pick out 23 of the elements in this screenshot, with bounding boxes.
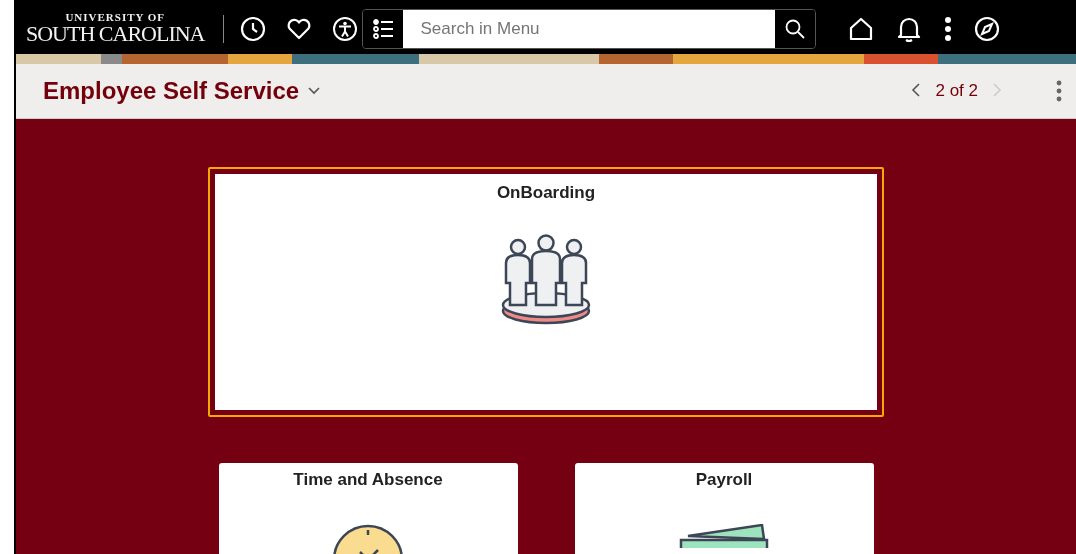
navigation-tile[interactable]: Time and Absence — [216, 461, 520, 554]
tile-title: Time and Absence — [293, 470, 443, 490]
page-counter: 2 of 2 — [935, 81, 978, 101]
clock-icon[interactable] — [239, 15, 266, 42]
logo-text: SOUTH CAROLINA — [26, 23, 205, 45]
logo-text: UNIVERSITY OF — [65, 12, 166, 23]
university-logo[interactable]: UNIVERSITY OF SOUTH CAROLINA — [26, 12, 205, 45]
navigation-tile[interactable]: Payroll — [572, 461, 876, 554]
page-title-dropdown[interactable]: Employee Self Service — [43, 77, 322, 105]
tile-title: OnBoarding — [496, 183, 596, 203]
list-icon[interactable] — [371, 17, 394, 40]
kebab-menu-icon[interactable] — [943, 15, 952, 42]
accessibility-icon[interactable] — [331, 15, 358, 42]
search-icon — [783, 17, 806, 40]
tile-title: Payroll — [695, 470, 753, 490]
clock-icon — [332, 524, 404, 554]
navigation-tile[interactable]: OnBoarding — [208, 167, 884, 417]
people-on-platform-icon — [501, 233, 591, 325]
home-icon[interactable] — [847, 15, 874, 42]
search-field[interactable]: Search in Menu — [361, 8, 816, 49]
compass-icon[interactable] — [973, 15, 1000, 42]
banknotes-icon — [679, 524, 769, 548]
chevron-down-icon — [307, 86, 322, 96]
